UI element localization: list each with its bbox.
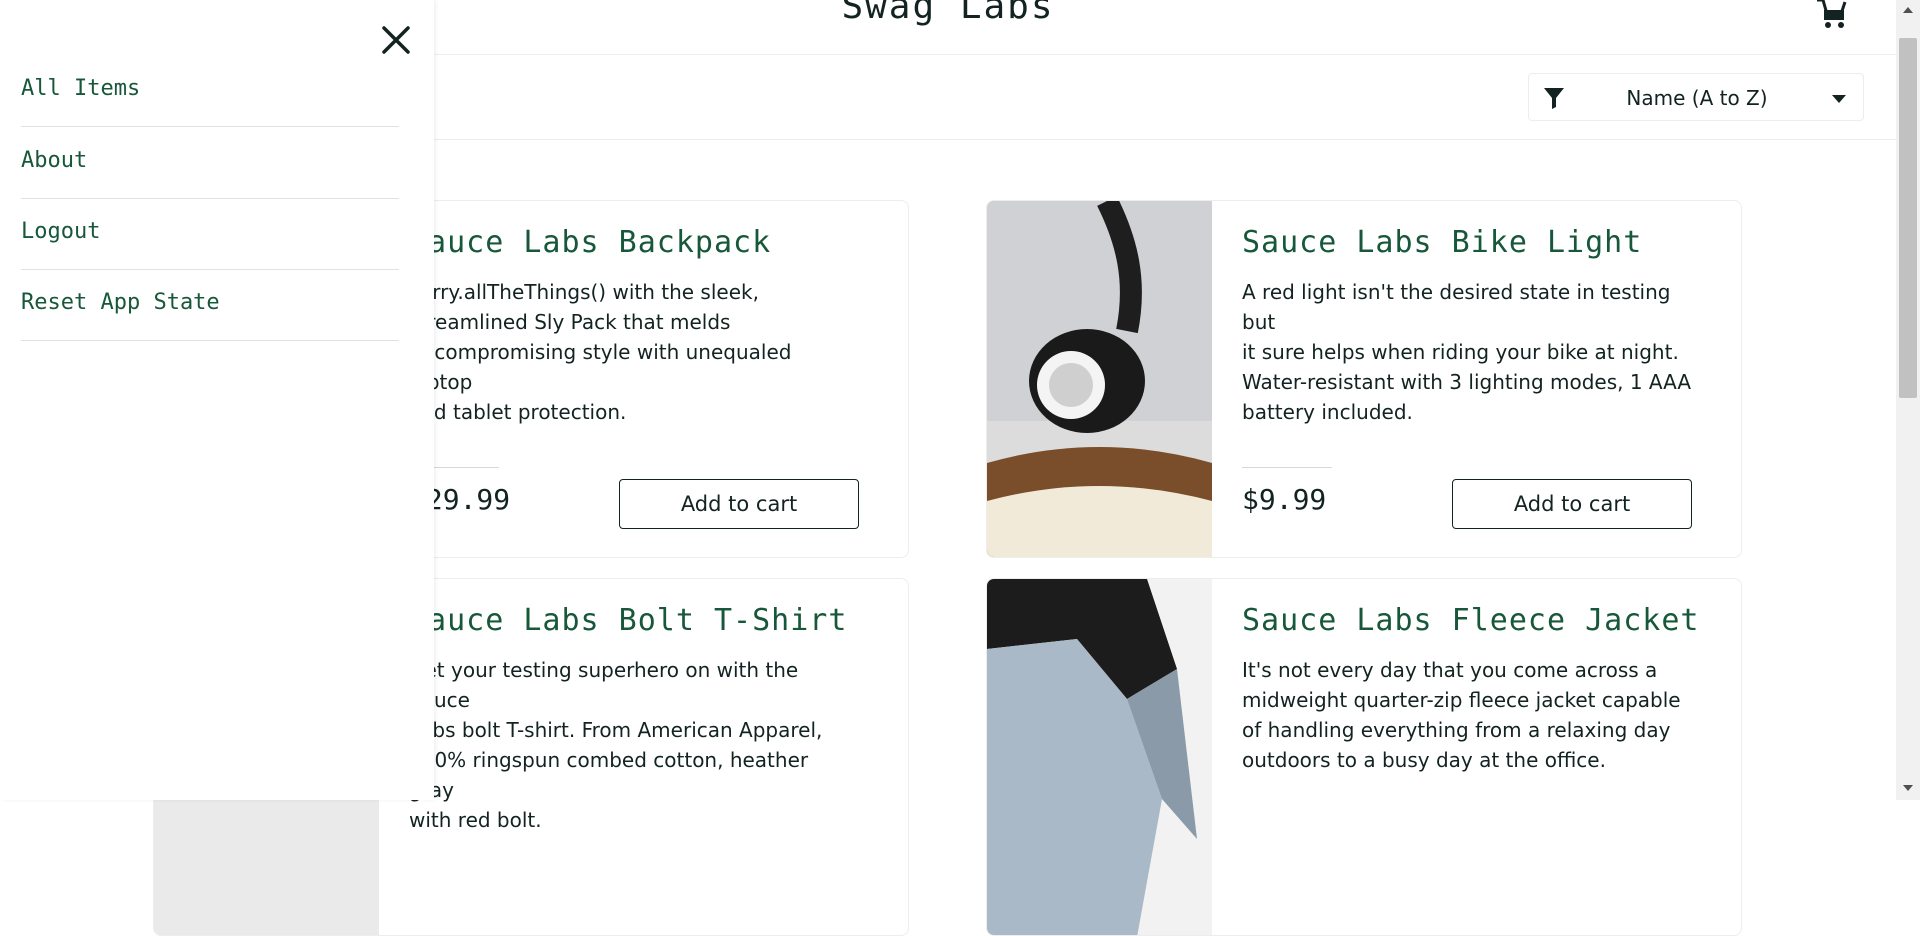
add-to-cart-button[interactable]: Add to cart <box>1452 479 1692 529</box>
caret-down-icon <box>1832 95 1846 103</box>
page-scrollbar-thumb[interactable] <box>1899 38 1917 398</box>
add-to-cart-button[interactable]: Add to cart <box>619 479 859 529</box>
product-description: A red light isn't the desired state in t… <box>1242 277 1692 427</box>
description-line: Get your testing superhero on with the S… <box>409 658 799 712</box>
price-divider <box>1242 467 1332 468</box>
description-line: of handling everything from a relaxing d… <box>1242 718 1671 742</box>
description-line: battery included. <box>1242 400 1413 424</box>
sort-selected-value: Name (A to Z) <box>1626 86 1768 110</box>
description-line: Water-resistant with 3 lighting modes, 1… <box>1242 370 1692 394</box>
product-name[interactable]: Sauce Labs Bolt T-Shirt <box>409 603 847 638</box>
description-line: it sure helps when riding your bike at n… <box>1242 340 1679 364</box>
product-name[interactable]: Sauce Labs Backpack <box>409 225 771 260</box>
side-menu: All Items About Logout Reset App State <box>0 0 434 800</box>
description-line: Labs bolt T-shirt. From American Apparel… <box>409 718 823 742</box>
inventory-item: Sauce Labs Fleece Jacket It's not every … <box>986 578 1742 936</box>
product-description: carry.allTheThings() with the sleek, str… <box>409 277 859 427</box>
description-line: It's not every day that you come across … <box>1242 658 1658 682</box>
menu-item-about[interactable]: About <box>21 128 399 199</box>
description-line: midweight quarter-zip fleece jacket capa… <box>1242 688 1681 712</box>
product-details: Sauce Labs Bike Light A red light isn't … <box>1242 201 1692 557</box>
description-line: uncompromising style with unequaled lapt… <box>409 340 792 394</box>
product-details: Sauce Labs Backpack carry.allTheThings()… <box>409 201 859 557</box>
product-name[interactable]: Sauce Labs Bike Light <box>1242 225 1642 260</box>
menu-item-reset-app-state[interactable]: Reset App State <box>21 270 399 341</box>
product-details: Sauce Labs Fleece Jacket It's not every … <box>1242 579 1698 935</box>
shopping-cart-link[interactable] <box>1813 0 1849 30</box>
close-menu-button[interactable] <box>378 22 414 58</box>
product-image[interactable] <box>987 201 1212 557</box>
description-line: 100% ringspun combed cotton, heather gra… <box>409 748 809 802</box>
scroll-down-arrow-icon[interactable] <box>1900 780 1916 796</box>
fleece-jacket-image <box>987 579 1212 935</box>
description-line: with red bolt. <box>409 808 542 832</box>
product-image[interactable] <box>987 579 1212 935</box>
product-description: It's not every day that you come across … <box>1242 655 1692 775</box>
bike-light-image <box>987 201 1212 557</box>
product-description: Get your testing superhero on with the S… <box>409 655 859 835</box>
shopping-cart-icon <box>1817 0 1847 28</box>
product-details: Sauce Labs Bolt T-Shirt Get your testing… <box>409 579 859 935</box>
menu-item-logout[interactable]: Logout <box>21 199 399 270</box>
description-line: streamlined Sly Pack that melds <box>409 310 731 334</box>
scroll-up-arrow-icon[interactable] <box>1900 2 1916 18</box>
description-line: carry.allTheThings() with the sleek, <box>409 280 759 304</box>
product-sort-select[interactable]: Name (A to Z) <box>1528 73 1864 121</box>
description-line: outdoors to a busy day at the office. <box>1242 748 1606 772</box>
product-name[interactable]: Sauce Labs Fleece Jacket <box>1242 603 1699 638</box>
menu-item-all-items[interactable]: All Items <box>21 56 399 127</box>
description-line: A red light isn't the desired state in t… <box>1242 280 1671 334</box>
description-line: and tablet protection. <box>409 400 627 424</box>
inventory-item: Sauce Labs Bike Light A red light isn't … <box>986 200 1742 558</box>
close-x-icon <box>382 26 410 54</box>
product-price: $9.99 <box>1242 483 1327 516</box>
